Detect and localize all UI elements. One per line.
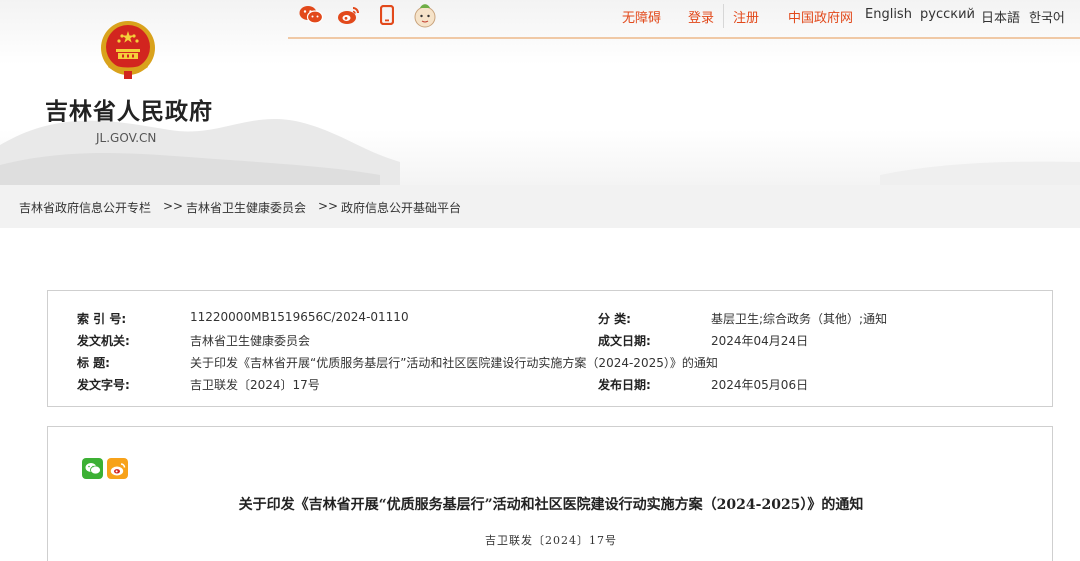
title-label: 标 题:	[77, 356, 110, 370]
mascot-icon[interactable]	[412, 2, 438, 28]
english-link[interactable]: English	[865, 7, 912, 22]
category-label: 分 类:	[598, 312, 631, 326]
korean-link[interactable]: 한국어	[1029, 7, 1065, 26]
header-accent-line	[288, 37, 1080, 39]
index-value: 11220000MB1519656C/2024-01110	[190, 310, 409, 324]
index-label: 索 引 号:	[77, 312, 127, 326]
published-date-label: 发布日期:	[598, 378, 651, 392]
mobile-icon[interactable]	[374, 2, 400, 28]
issuer-value: 吉林省卫生健康委员会	[190, 334, 311, 348]
weibo-share-icon[interactable]	[107, 458, 128, 479]
site-name: 吉林省人民政府	[45, 99, 213, 125]
link-divider	[723, 4, 724, 28]
breadcrumb-item-health-commission[interactable]: 吉林省卫生健康委员会	[186, 199, 306, 216]
published-date-value: 2024年05月06日	[711, 378, 809, 392]
created-date-label: 成文日期:	[598, 334, 651, 348]
article-doc-number: 吉卫联发〔2024〕17号	[485, 534, 617, 547]
share-buttons	[82, 458, 128, 479]
wechat-share-icon[interactable]	[82, 458, 103, 479]
login-link[interactable]: 登录	[688, 7, 714, 26]
issuer-label: 发文机关:	[77, 334, 130, 348]
breadcrumb-item-platform[interactable]: 政府信息公开基础平台	[341, 199, 461, 216]
breadcrumb-item-info-column[interactable]: 吉林省政府信息公开专栏	[19, 199, 151, 216]
title-value: 关于印发《吉林省开展“优质服务基层行”活动和社区医院建设行动实施方案（2024-…	[190, 356, 718, 370]
document-info-table: 索 引 号: 11220000MB1519656C/2024-01110 分 类…	[47, 290, 1053, 407]
breadcrumb-separator: >>	[318, 199, 339, 213]
register-link[interactable]: 注册	[733, 7, 759, 26]
created-date-value: 2024年04月24日	[711, 334, 809, 348]
doc-number-value: 吉卫联发〔2024〕17号	[190, 378, 320, 392]
national-emblem-icon	[98, 19, 158, 81]
wechat-icon[interactable]	[298, 2, 324, 28]
breadcrumb-separator: >>	[163, 199, 184, 213]
accessibility-link[interactable]: 无障碍	[622, 7, 661, 26]
russian-link[interactable]: русский	[920, 7, 975, 22]
doc-number-label: 发文字号:	[77, 378, 130, 392]
site-domain: JL.GOV.CN	[96, 131, 157, 145]
site-header: 吉林省人民政府 JL.GOV.CN 无障碍 登录 注册 中国政府网 Englis…	[0, 0, 1080, 185]
social-links	[298, 2, 438, 28]
japanese-link[interactable]: 日本語	[981, 7, 1020, 26]
gov-cn-link[interactable]: 中国政府网	[788, 7, 853, 26]
category-value: 基层卫生;综合政务（其他）;通知	[711, 312, 888, 326]
article-content: 关于印发《吉林省开展“优质服务基层行”活动和社区医院建设行动实施方案（2024-…	[47, 426, 1053, 561]
weibo-icon[interactable]	[336, 2, 362, 28]
breadcrumb: 吉林省政府信息公开专栏 >> 吉林省卫生健康委员会 >> 政府信息公开基础平台	[0, 185, 1080, 228]
article-title: 关于印发《吉林省开展“优质服务基层行”活动和社区医院建设行动实施方案（2024-…	[238, 497, 864, 513]
